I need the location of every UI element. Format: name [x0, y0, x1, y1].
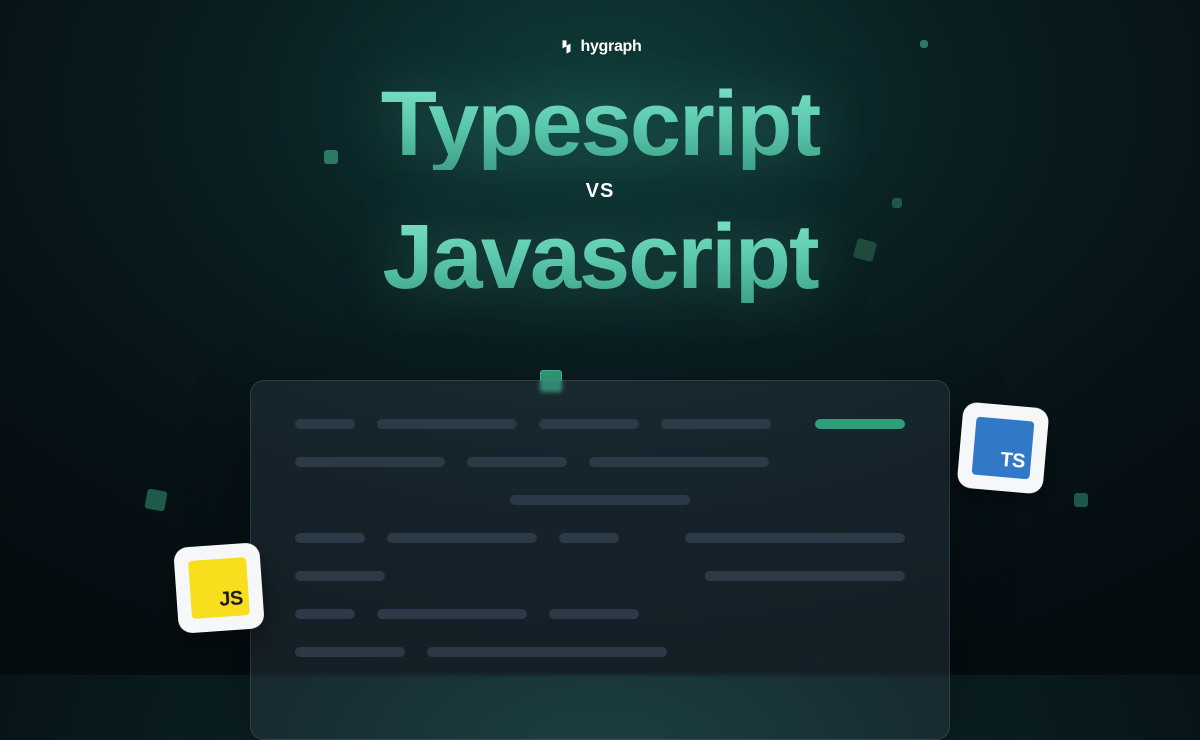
code-preview-panel: [250, 380, 950, 740]
code-segment: [295, 457, 445, 467]
title-typescript: Typescript: [0, 78, 1200, 170]
code-line: [295, 609, 905, 619]
code-segment: [295, 571, 385, 581]
js-label: JS: [219, 587, 244, 612]
code-segment: [295, 609, 355, 619]
code-segment: [589, 457, 769, 467]
code-segment: [377, 419, 517, 429]
code-line: [295, 533, 905, 543]
code-segment: [295, 533, 365, 543]
code-line: [295, 647, 905, 657]
decor-square: [324, 150, 338, 164]
code-segment: [539, 419, 639, 429]
decor-square: [920, 40, 928, 48]
javascript-badge: JS: [173, 542, 265, 634]
code-segment: [510, 495, 690, 505]
code-segment: [387, 533, 537, 543]
code-segment: [377, 609, 527, 619]
code-segment-accent: [815, 419, 905, 429]
title-vs: VS: [0, 180, 1200, 203]
hero-title: Typescript VS Javascript: [0, 78, 1200, 303]
title-javascript: Javascript: [0, 211, 1200, 303]
code-line: [295, 419, 905, 429]
code-line: [295, 457, 905, 467]
brand-name: hygraph: [580, 38, 641, 56]
code-segment: [427, 647, 667, 657]
typescript-badge: TS: [956, 401, 1049, 494]
code-segment: [559, 533, 619, 543]
code-segment: [705, 571, 905, 581]
javascript-icon: JS: [188, 557, 250, 619]
decor-square: [892, 198, 902, 208]
code-line: [295, 495, 905, 505]
brand-logo: hygraph: [558, 38, 641, 56]
code-segment: [549, 609, 639, 619]
decor-square: [1074, 493, 1088, 507]
code-segment: [467, 457, 567, 467]
decor-square: [144, 488, 167, 511]
hygraph-icon: [558, 39, 574, 55]
code-segment: [661, 419, 771, 429]
code-segment: [295, 419, 355, 429]
typescript-icon: TS: [972, 417, 1035, 480]
code-segment: [685, 533, 905, 543]
code-line: [295, 571, 905, 581]
code-segment: [295, 647, 405, 657]
ts-label: TS: [999, 449, 1025, 474]
